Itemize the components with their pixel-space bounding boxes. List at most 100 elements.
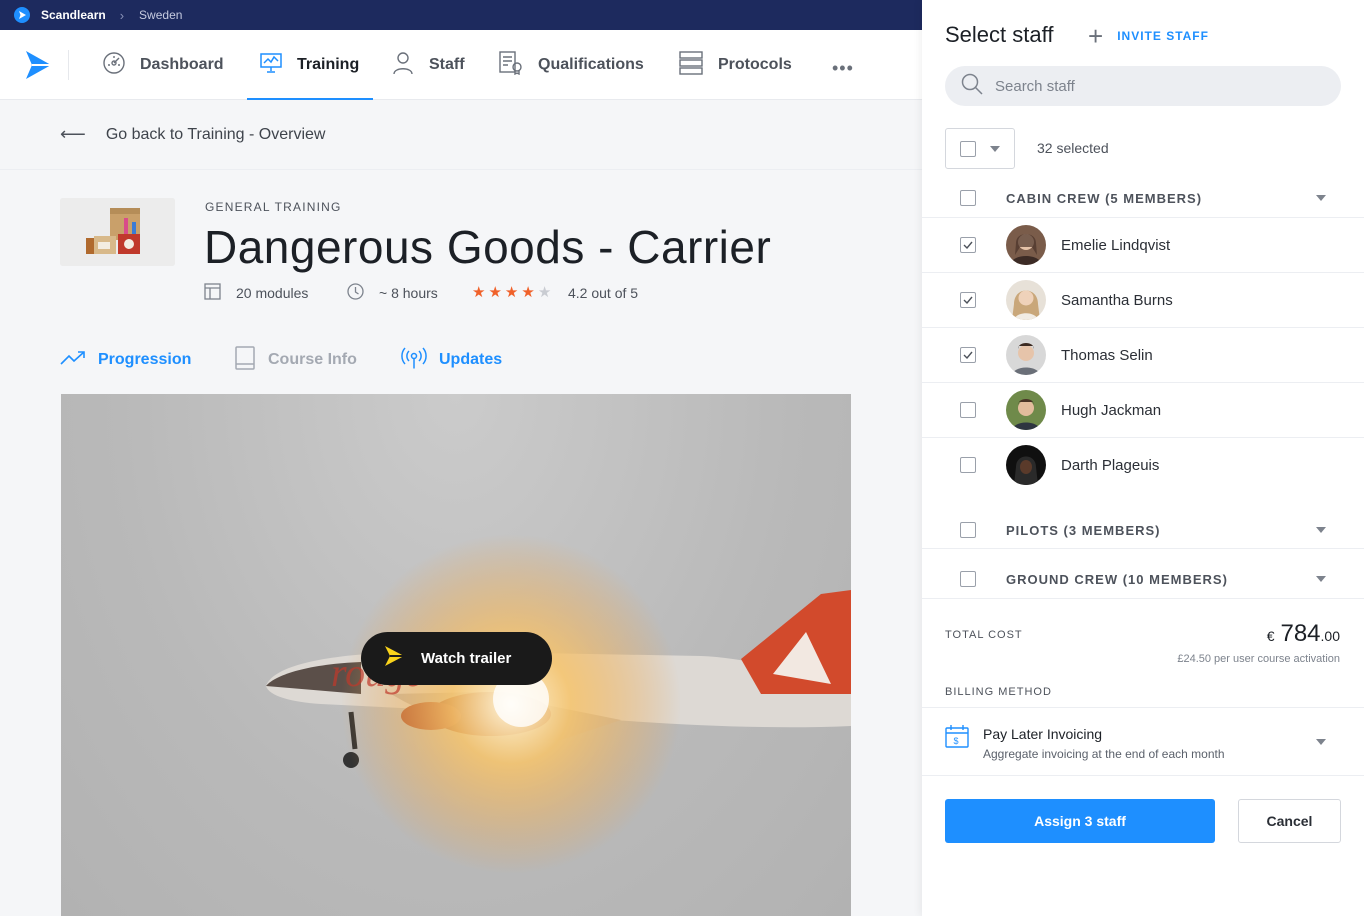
brand-logo-icon[interactable]	[14, 7, 30, 23]
check-icon	[963, 241, 973, 249]
more-icon[interactable]: •••	[832, 58, 854, 79]
avatar	[1006, 225, 1046, 265]
total-cost-main: 784	[1280, 620, 1321, 647]
billing-title: Pay Later Invoicing	[983, 726, 1103, 742]
svg-text:$: $	[954, 736, 959, 746]
nav-item-training[interactable]: Training	[247, 30, 373, 100]
group-checkbox[interactable]	[960, 571, 976, 587]
breadcrumb-region[interactable]: Sweden	[139, 8, 182, 22]
select-all-checkbox[interactable]	[960, 140, 976, 157]
staff-checkbox[interactable]	[960, 402, 976, 418]
star-icon: ★	[537, 284, 552, 301]
avatar	[1006, 445, 1046, 485]
staff-name: Hugh Jackman	[1061, 401, 1162, 419]
chevron-down-icon[interactable]	[1316, 527, 1326, 533]
broadcast-icon	[401, 346, 427, 375]
invoice-calendar-icon: $	[945, 724, 969, 753]
org-name[interactable]: Scandlearn	[41, 8, 106, 22]
tab-label: Course Info	[268, 351, 357, 368]
avatar	[1006, 390, 1046, 430]
rating-text: 4.2 out of 5	[568, 285, 639, 301]
search-staff	[945, 66, 1341, 106]
back-link[interactable]: ⟵ Go back to Training - Overview	[0, 100, 922, 170]
search-input[interactable]	[995, 77, 1295, 95]
tab-course-info[interactable]: Course Info	[234, 345, 357, 374]
group-label: CABIN CREW (5 MEMBERS)	[1006, 190, 1203, 206]
main-nav: Dashboard Training Staff Qualifications …	[0, 30, 922, 100]
tab-progression[interactable]: Progression	[60, 346, 191, 374]
avatar	[1006, 335, 1046, 375]
assign-staff-button[interactable]: Assign 3 staff	[945, 799, 1215, 843]
org-bar: Scandlearn › Sweden	[0, 0, 922, 30]
total-cost: € 784 .00	[1267, 620, 1340, 648]
tab-updates[interactable]: Updates	[401, 346, 502, 374]
staff-checkbox[interactable]	[960, 292, 976, 308]
star-icon: ★	[488, 284, 502, 301]
staff-row[interactable]: Emelie Lindqvist	[922, 218, 1364, 272]
group-pilots[interactable]: PILOTS (3 MEMBERS)	[922, 510, 1364, 550]
course-title: Dangerous Goods - Carrier	[204, 221, 772, 273]
chevron-right-icon: ›	[119, 7, 125, 23]
watch-trailer-button[interactable]: Watch trailer	[361, 632, 552, 685]
tab-label: Progression	[98, 351, 192, 368]
duration-value: ~ 8 hours	[379, 285, 438, 301]
person-icon	[391, 51, 415, 80]
group-checkbox[interactable]	[960, 190, 976, 206]
total-cost-label: TOTAL COST	[945, 629, 1023, 641]
qualifications-icon	[498, 50, 524, 80]
arrow-left-icon: ⟵	[60, 124, 86, 144]
nav-label: Staff	[429, 56, 465, 73]
chevron-down-icon	[1316, 739, 1326, 745]
divider	[922, 548, 1364, 549]
dashboard-icon	[102, 51, 126, 80]
avatar	[1006, 280, 1046, 320]
select-staff-panel: Select staff + INVITE STAFF 32 selected …	[922, 0, 1364, 916]
group-ground-crew[interactable]: GROUND CREW (10 MEMBERS)	[922, 559, 1364, 599]
staff-row[interactable]: Samantha Burns	[922, 273, 1364, 327]
nav-label: Training	[297, 56, 360, 73]
layout-icon	[204, 283, 221, 303]
plus-icon: +	[1088, 21, 1104, 51]
staff-checkbox[interactable]	[960, 347, 976, 363]
modules-count: 20 modules	[236, 285, 309, 301]
app-logo-icon[interactable]	[24, 50, 52, 85]
staff-row[interactable]: Thomas Selin	[922, 328, 1364, 382]
nav-item-staff[interactable]: Staff	[391, 30, 465, 100]
invite-staff-button[interactable]: + INVITE STAFF	[1088, 21, 1209, 51]
nav-label: Protocols	[718, 56, 792, 73]
nav-label: Dashboard	[140, 56, 224, 73]
group-cabin-crew[interactable]: CABIN CREW (5 MEMBERS)	[922, 178, 1364, 218]
staff-row[interactable]: Darth Plageuis	[922, 438, 1364, 492]
billing-method-label: BILLING METHOD	[945, 686, 1052, 698]
star-icon: ★	[521, 284, 535, 301]
billing-subtitle: Aggregate invoicing at the end of each m…	[983, 747, 1225, 761]
nav-item-qualifications[interactable]: Qualifications	[498, 30, 644, 100]
group-label: PILOTS (3 MEMBERS)	[1006, 522, 1161, 538]
staff-checkbox[interactable]	[960, 457, 976, 473]
tab-label: Updates	[439, 351, 503, 368]
bulk-select-dropdown[interactable]	[945, 128, 1015, 169]
staff-row[interactable]: Hugh Jackman	[922, 383, 1364, 437]
check-icon	[963, 296, 973, 304]
chevron-down-icon[interactable]	[1316, 195, 1326, 201]
selected-count: 32 selected	[1037, 140, 1109, 156]
training-icon	[259, 51, 283, 80]
staff-name: Samantha Burns	[1061, 291, 1173, 309]
protocols-icon	[678, 50, 704, 80]
nav-item-protocols[interactable]: Protocols	[678, 30, 792, 100]
course-modules: 20 modules	[204, 283, 309, 303]
total-cost-cents: .00	[1320, 628, 1340, 644]
cancel-button[interactable]: Cancel	[1238, 799, 1341, 843]
group-label: GROUND CREW (10 MEMBERS)	[1006, 571, 1228, 587]
billing-method-select[interactable]: $ Pay Later Invoicing Aggregate invoicin…	[922, 707, 1364, 776]
back-link-label: Go back to Training - Overview	[105, 125, 326, 143]
star-icon: ★	[504, 284, 519, 301]
clock-icon	[347, 283, 364, 303]
search-icon	[961, 73, 983, 100]
nav-item-dashboard[interactable]: Dashboard	[102, 30, 224, 100]
staff-checkbox[interactable]	[960, 237, 976, 253]
rating-stars: ★ ★ ★ ★ ★	[472, 283, 551, 301]
trend-icon	[60, 350, 86, 371]
chevron-down-icon[interactable]	[1316, 576, 1326, 582]
group-checkbox[interactable]	[960, 522, 976, 538]
